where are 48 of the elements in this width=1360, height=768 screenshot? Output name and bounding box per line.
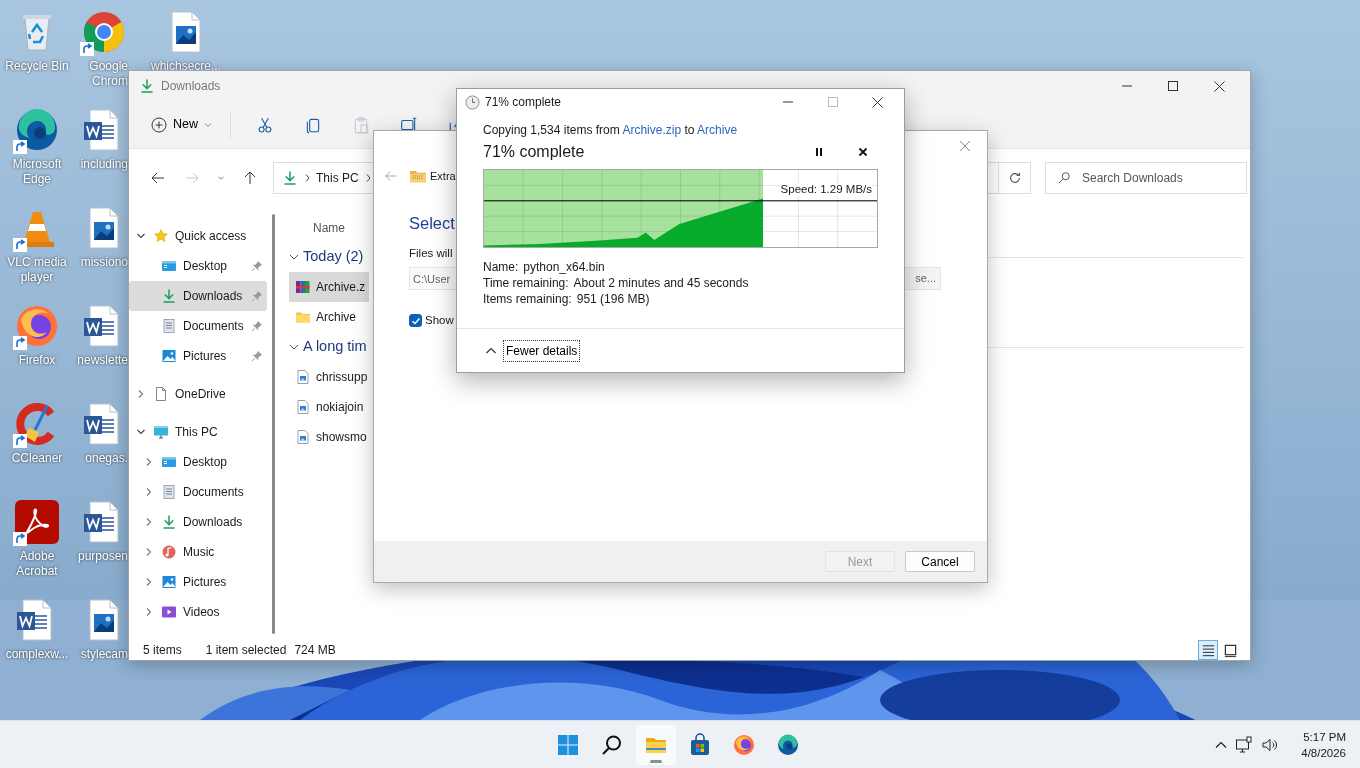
clock-time[interactable]: 5:17 PM	[1303, 728, 1346, 745]
speed-label: Speed: 1.29 MB/s	[780, 183, 872, 196]
sidebar-item[interactable]: Videos	[129, 597, 267, 627]
sidebar-item[interactable]: Downloads	[129, 507, 267, 537]
window-title: Downloads	[161, 78, 221, 95]
detail-label: Time remaining:	[483, 275, 569, 291]
selection-status: 1 item selected	[205, 642, 287, 659]
file-item[interactable]: chrissupp	[289, 362, 369, 392]
progress-heading: 71% complete	[483, 142, 585, 162]
sidebar-item[interactable]: Pictures	[129, 567, 267, 597]
sidebar-item[interactable]: Music	[129, 537, 267, 567]
sidebar-item[interactable]: Pictures	[129, 341, 267, 371]
sidebar-item[interactable]: OneDrive	[129, 379, 267, 409]
selection-size: 724 MB	[294, 642, 336, 659]
group-header[interactable]: A long tim	[289, 336, 367, 358]
column-header[interactable]: Name	[313, 219, 345, 237]
search-field[interactable]: Search Downloads	[1045, 161, 1247, 194]
group-header[interactable]: Today (2)	[289, 246, 364, 268]
breadcrumb[interactable]: This PC	[316, 168, 359, 187]
detail-value: About 2 minutes and 45 seconds	[573, 275, 749, 291]
detail-label: Items remaining:	[483, 291, 572, 307]
details-toggle[interactable]: Fewer details	[503, 339, 581, 362]
dialog-heading: Select	[409, 213, 456, 234]
dialog-button[interactable]: Cancel	[905, 551, 975, 572]
file-item[interactable]: showsmo	[289, 422, 369, 452]
sidebar-item[interactable]: Quick access	[129, 221, 267, 251]
source-link[interactable]: Archive.zip	[622, 123, 682, 137]
detail-value: 951 (196 MB)	[576, 291, 650, 307]
sidebar-item[interactable]: Downloads	[129, 281, 267, 311]
destination-link[interactable]: Archive	[697, 123, 738, 137]
detail-label: Name:	[483, 259, 519, 275]
checkbox-label[interactable]: Show	[425, 312, 454, 330]
file-item[interactable]: nokiajoin	[289, 392, 369, 422]
sidebar-item[interactable]: Documents	[129, 477, 267, 507]
clock-date[interactable]: 4/8/2026	[1301, 744, 1346, 761]
copy-summary: Copying 1,534 items from Archive.zip to Archive	[483, 123, 739, 137]
dialog-title: Extra	[430, 168, 456, 184]
sidebar-item[interactable]: Desktop	[129, 447, 267, 477]
sidebar-item[interactable]: Documents	[129, 311, 267, 341]
new-button[interactable]: New	[147, 111, 216, 138]
detail-value: python_x64.bin	[523, 259, 605, 275]
file-item[interactable]: Archive.z	[289, 272, 369, 302]
sidebar-item[interactable]: Desktop	[129, 251, 267, 281]
item-count: 5 items	[143, 642, 182, 659]
file-item[interactable]: Archive	[289, 302, 369, 332]
window-title: 71% complete	[485, 94, 562, 111]
field-label: Files will	[409, 246, 454, 261]
sidebar-item[interactable]: This PC	[129, 417, 267, 447]
